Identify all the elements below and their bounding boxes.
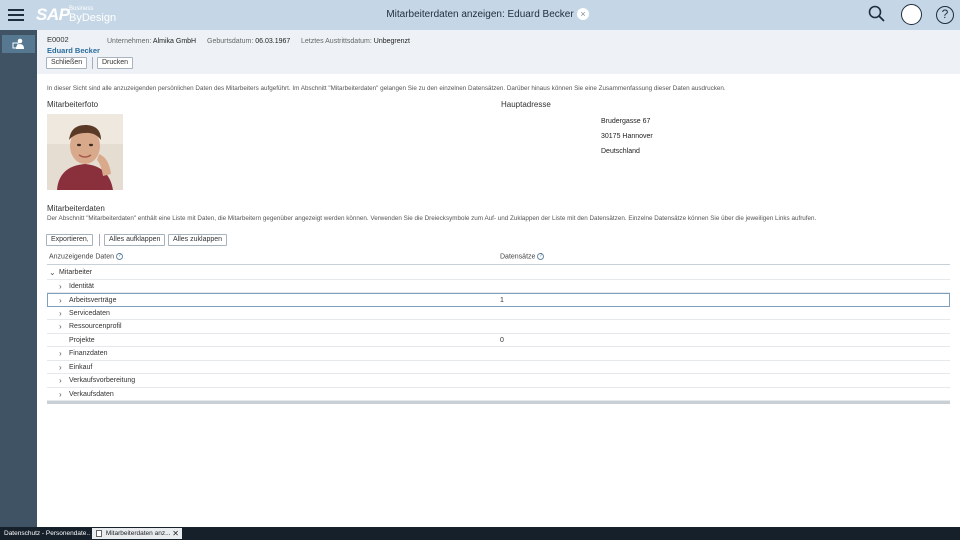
export-button[interactable]: Exportieren, xyxy=(46,234,94,246)
row-label: Einkauf xyxy=(69,363,93,371)
expand-caret-icon[interactable]: › xyxy=(59,322,62,331)
menu-icon[interactable] xyxy=(8,9,24,21)
birth-label: Geburtsdatum: xyxy=(207,38,254,45)
table-footer-scrollbar[interactable] xyxy=(47,401,950,404)
dropdown-indicator-icon: , xyxy=(86,237,89,243)
column-header-records-label: Datensätze xyxy=(500,253,536,261)
address-city: 30175 Hannover xyxy=(601,133,653,140)
company-label: Unternehmen: xyxy=(107,38,152,45)
close-button[interactable]: Schließen xyxy=(46,57,88,69)
data-section-title: Mitarbeiterdaten xyxy=(47,204,105,213)
task-employee-data[interactable]: Mitarbeiterdaten anz... ✕ xyxy=(92,528,182,539)
window-taskbar: Datenschutz - Personendate... Mitarbeite… xyxy=(0,527,960,540)
close-tab-icon[interactable]: × xyxy=(577,8,589,20)
table-row[interactable]: › Verkaufsdaten xyxy=(47,388,950,401)
table-row[interactable]: ⌄ Mitarbeiter xyxy=(47,266,950,280)
table-row-selected[interactable]: › Arbeitsverträge 1 xyxy=(47,293,950,307)
doc-icon xyxy=(96,529,102,537)
table-header: Anzuzeigende Daten? Datensätze? xyxy=(47,251,950,265)
print-button[interactable]: Drucken xyxy=(97,57,134,69)
table-row[interactable]: › Servicedaten xyxy=(47,307,950,320)
help-icon[interactable]: ? xyxy=(116,253,123,260)
help-icon[interactable]: ? xyxy=(936,6,954,24)
company-value: Almika GmbH xyxy=(152,38,197,45)
employee-id: E0002 xyxy=(47,35,69,44)
logo-bydesign-text: ByDesign xyxy=(69,12,117,24)
expand-caret-icon[interactable]: › xyxy=(59,390,62,399)
expand-caret-icon[interactable]: › xyxy=(59,309,62,318)
table-row[interactable]: Projekte 0 xyxy=(47,334,950,347)
address-country: Deutschland xyxy=(601,148,640,155)
exit-value: Unbegrenzt xyxy=(373,38,410,45)
expand-caret-icon[interactable]: › xyxy=(59,349,62,358)
row-label: Projekte xyxy=(69,336,95,344)
collapse-all-button[interactable]: Alles zuklappen xyxy=(168,234,228,246)
expand-caret-icon[interactable]: › xyxy=(59,296,62,305)
page-title: Mitarbeiterdaten anzeigen: Eduard Becker xyxy=(386,9,574,20)
table-row[interactable]: › Identität xyxy=(47,280,950,293)
task-employee-data-label: Mitarbeiterdaten anz... xyxy=(105,530,171,537)
people-icon xyxy=(12,38,24,49)
export-button-label: Exportieren xyxy=(51,236,87,243)
task-privacy-persons[interactable]: Datenschutz - Personendate... xyxy=(0,528,90,539)
address-street: Brudergasse 67 xyxy=(601,118,651,125)
left-navigation xyxy=(0,30,37,527)
shell-bar: SAP Business ByDesign Mitarbeiterdaten a… xyxy=(0,0,960,30)
user-avatar-icon[interactable] xyxy=(901,4,922,25)
employee-photo xyxy=(47,114,123,190)
company-field: Unternehmen: Almika GmbH xyxy=(107,38,196,45)
help-icon[interactable]: ? xyxy=(537,253,545,260)
divider xyxy=(99,234,100,246)
row-label: Verkaufsvorbereitung xyxy=(69,377,136,384)
column-header-records[interactable]: Datensätze? xyxy=(500,253,545,261)
row-label: Ressourcenprofil xyxy=(69,323,122,330)
address-section-title: Hauptadresse xyxy=(501,100,551,109)
expand-all-button[interactable]: Alles aufklappen xyxy=(104,234,166,246)
table-row[interactable]: › Einkauf xyxy=(47,361,950,374)
column-header-data-label: Anzuzeigende Daten xyxy=(49,253,114,261)
row-label: Servicedaten xyxy=(69,309,110,317)
birth-value: 06.03.1967 xyxy=(255,38,291,45)
nav-item-people[interactable] xyxy=(2,35,35,53)
expand-caret-icon[interactable]: › xyxy=(59,282,62,291)
table-row[interactable]: › Verkaufsvorbereitung xyxy=(47,374,950,388)
logo-sap-text: SAP xyxy=(36,5,70,24)
birth-field: Geburtsdatum: 06.03.1967 xyxy=(207,38,290,45)
exit-field: Letztes Austrittsdatum: Unbegrenzt xyxy=(301,38,410,45)
search-icon[interactable] xyxy=(868,5,888,25)
divider xyxy=(92,57,93,69)
column-header-data[interactable]: Anzuzeigende Daten? xyxy=(49,253,123,260)
table-row[interactable]: › Finanzdaten xyxy=(47,347,950,361)
row-label: Verkaufsdaten xyxy=(69,390,114,398)
main-content: E0002 Eduard Becker Unternehmen: Almika … xyxy=(37,30,960,527)
employee-name-link[interactable]: Eduard Becker xyxy=(47,46,100,55)
row-label: Mitarbeiter xyxy=(59,269,93,276)
expand-caret-icon[interactable]: › xyxy=(59,376,62,385)
close-icon[interactable]: ✕ xyxy=(172,528,179,539)
data-section-description: Der Abschnitt "Mitarbeiterdaten" enthält… xyxy=(47,215,817,222)
table-row[interactable]: › Ressourcenprofil xyxy=(47,320,950,334)
row-value: 0 xyxy=(500,336,504,344)
expand-caret-icon[interactable]: › xyxy=(59,363,62,372)
row-value: 1 xyxy=(500,297,504,304)
exit-label: Letztes Austrittsdatum: xyxy=(301,38,372,45)
intro-text: In dieser Sicht sind alle anzuzeigenden … xyxy=(47,85,726,92)
collapse-caret-icon[interactable]: ⌄ xyxy=(49,268,56,277)
row-label: Identität xyxy=(69,282,94,290)
row-label: Finanzdaten xyxy=(69,350,108,357)
row-label: Arbeitsverträge xyxy=(69,297,117,304)
object-header: E0002 Eduard Becker Unternehmen: Almika … xyxy=(37,30,960,74)
photo-section-title: Mitarbeiterfoto xyxy=(47,100,99,109)
